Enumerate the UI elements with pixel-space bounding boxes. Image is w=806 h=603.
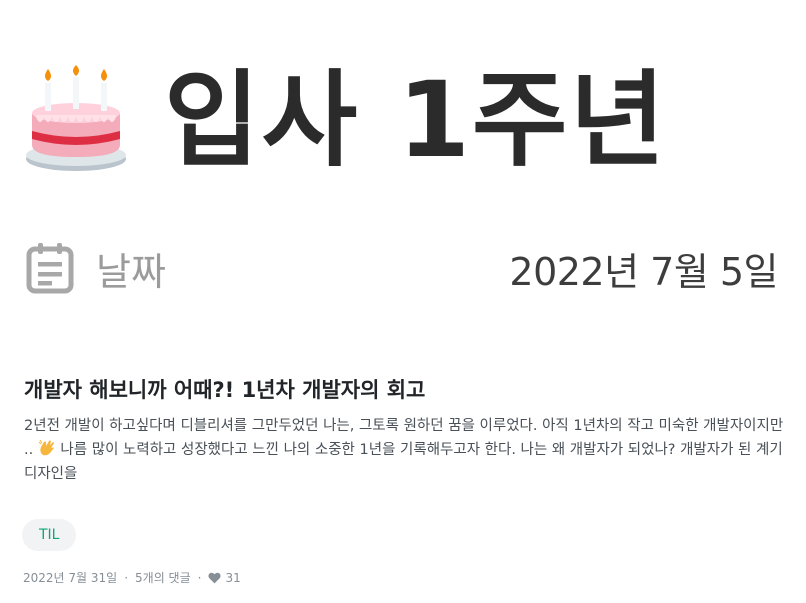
post-meta: 2022년 7월 31일 · 5개의 댓글 · 31: [23, 569, 241, 586]
property-value: 2022년 7월 5일: [509, 249, 778, 294]
like-count: 31: [225, 570, 241, 585]
meta-separator: ·: [124, 570, 129, 585]
description-text-end: 나름 많이 노력하고 성장했다고 느낀 나의 소중한 1년을 기록해두고자 한다…: [24, 442, 783, 482]
thumbnail-title-row: 입사 1주년: [22, 50, 667, 190]
tag-til[interactable]: TIL: [22, 519, 77, 551]
heart-icon: [208, 572, 222, 583]
post-date: 2022년 7월 31일: [23, 571, 118, 585]
meta-separator: ·: [197, 570, 202, 585]
date-property-row: 날짜 2022년 7월 5일: [26, 238, 778, 298]
calendar-icon: [26, 243, 74, 294]
post-title[interactable]: 개발자 해보니까 어때?! 1년차 개발자의 회고: [24, 374, 425, 404]
comment-count: 5개의 댓글: [135, 571, 191, 585]
waving-hand-icon: [38, 440, 54, 456]
birthday-cake-icon: [26, 65, 126, 171]
thumbnail-title: 입사 1주년: [164, 59, 668, 181]
property-label: 날짜: [96, 249, 166, 294]
post-thumbnail[interactable]: 입사 1주년 날짜 2022년 7월 5일: [0, 0, 806, 340]
post-description: 2년전 개발이 하고싶다며 디블리셔를 그만두었던 나는, 그토록 원하던 꿈을…: [24, 414, 784, 486]
